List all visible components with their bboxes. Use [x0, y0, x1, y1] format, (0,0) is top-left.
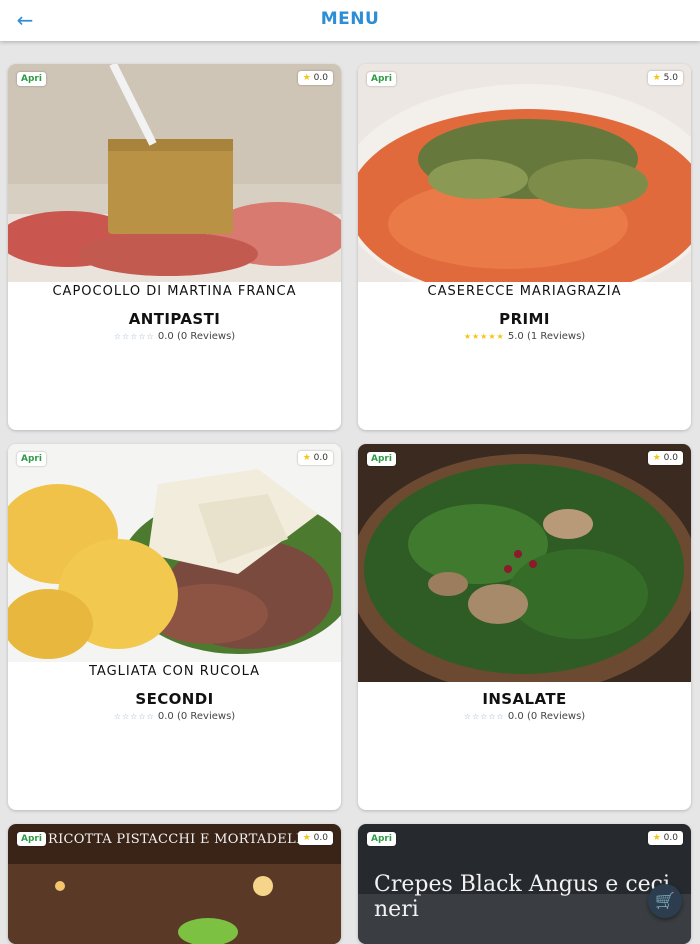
page-title: MENU	[320, 9, 380, 29]
rating-stars: ☆☆☆☆☆	[113, 712, 155, 721]
rating-badge: ★ 0.0	[297, 831, 333, 845]
category-title: ANTIPASTI	[128, 310, 221, 328]
card-image: Apri ★ 0.0	[8, 444, 341, 662]
rating-line: ☆☆☆☆☆ 0.0 (0 Reviews)	[463, 711, 586, 722]
dish-caption: RICOTTA PISTACCHI E MORTADELLA	[48, 832, 315, 847]
star-icon: ★	[652, 73, 661, 83]
rating-line: ★★★★★ 5.0 (1 Reviews)	[463, 331, 586, 342]
rating-badge: ★ 0.0	[647, 451, 683, 465]
category-card-antipasti[interactable]: Apri ★ 0.0 CAPOCOLLO DI MARTINA FRANCA A…	[8, 64, 341, 430]
open-badge: Apri	[367, 452, 396, 466]
rating-badge: ★ 0.0	[297, 71, 333, 85]
cart-icon: 🛒	[655, 891, 675, 910]
open-badge: Apri	[367, 72, 396, 86]
card-image: Apri ★ 0.0	[8, 64, 341, 282]
dish-caption: TAGLIATA CON RUCOLA	[88, 664, 261, 679]
rating-stars: ☆☆☆☆☆	[463, 712, 505, 721]
star-icon: ★	[302, 73, 311, 83]
open-badge: Apri	[17, 832, 46, 846]
category-card-5[interactable]: RICOTTA PISTACCHI E MORTADELLA Apri ★ 0.…	[8, 824, 341, 944]
open-badge: Apri	[367, 832, 396, 846]
card-image: Apri ★ 5.0	[358, 64, 691, 282]
category-card-6[interactable]: Crepes Black Angus e ceci neri Apri ★ 0.…	[358, 824, 691, 944]
rating-badge: ★ 0.0	[647, 831, 683, 845]
card-image: RICOTTA PISTACCHI E MORTADELLA Apri ★ 0.…	[8, 824, 341, 944]
rating-stars: ★★★★★	[463, 332, 505, 341]
rating-line: ☆☆☆☆☆ 0.0 (0 Reviews)	[113, 711, 236, 722]
rating-badge: ★ 5.0	[647, 71, 683, 85]
category-card-secondi[interactable]: Apri ★ 0.0 TAGLIATA CON RUCOLA SECONDI ☆…	[8, 444, 341, 810]
open-badge: Apri	[17, 452, 46, 466]
cart-button[interactable]: 🛒	[648, 884, 682, 918]
category-card-primi[interactable]: Apri ★ 5.0 CASERECCE MARIAGRAZIA PRIMI ★…	[358, 64, 691, 430]
star-icon: ★	[302, 453, 311, 463]
dish-caption: Crepes Black Angus e ceci neri	[374, 872, 671, 922]
category-title: INSALATE	[482, 690, 567, 708]
open-badge: Apri	[17, 72, 46, 86]
star-icon: ★	[652, 833, 661, 843]
category-title: PRIMI	[499, 310, 550, 328]
dish-caption: CASERECCE MARIAGRAZIA	[427, 284, 622, 299]
rating-badge: ★ 0.0	[297, 451, 333, 465]
card-image: Apri ★ 0.0	[358, 444, 691, 682]
app-header: ← MENU	[0, 0, 700, 41]
star-icon: ★	[302, 833, 311, 843]
rating-stars: ☆☆☆☆☆	[113, 332, 155, 341]
dish-caption: CAPOCOLLO DI MARTINA FRANCA	[52, 284, 297, 299]
rating-line: ☆☆☆☆☆ 0.0 (0 Reviews)	[113, 331, 236, 342]
category-title: SECONDI	[135, 690, 214, 708]
category-card-insalate[interactable]: Apri ★ 0.0 INSALATE ☆☆☆☆☆ 0.0 (0 Reviews…	[358, 444, 691, 810]
card-image: Crepes Black Angus e ceci neri Apri ★ 0.…	[358, 824, 691, 944]
star-icon: ★	[652, 453, 661, 463]
